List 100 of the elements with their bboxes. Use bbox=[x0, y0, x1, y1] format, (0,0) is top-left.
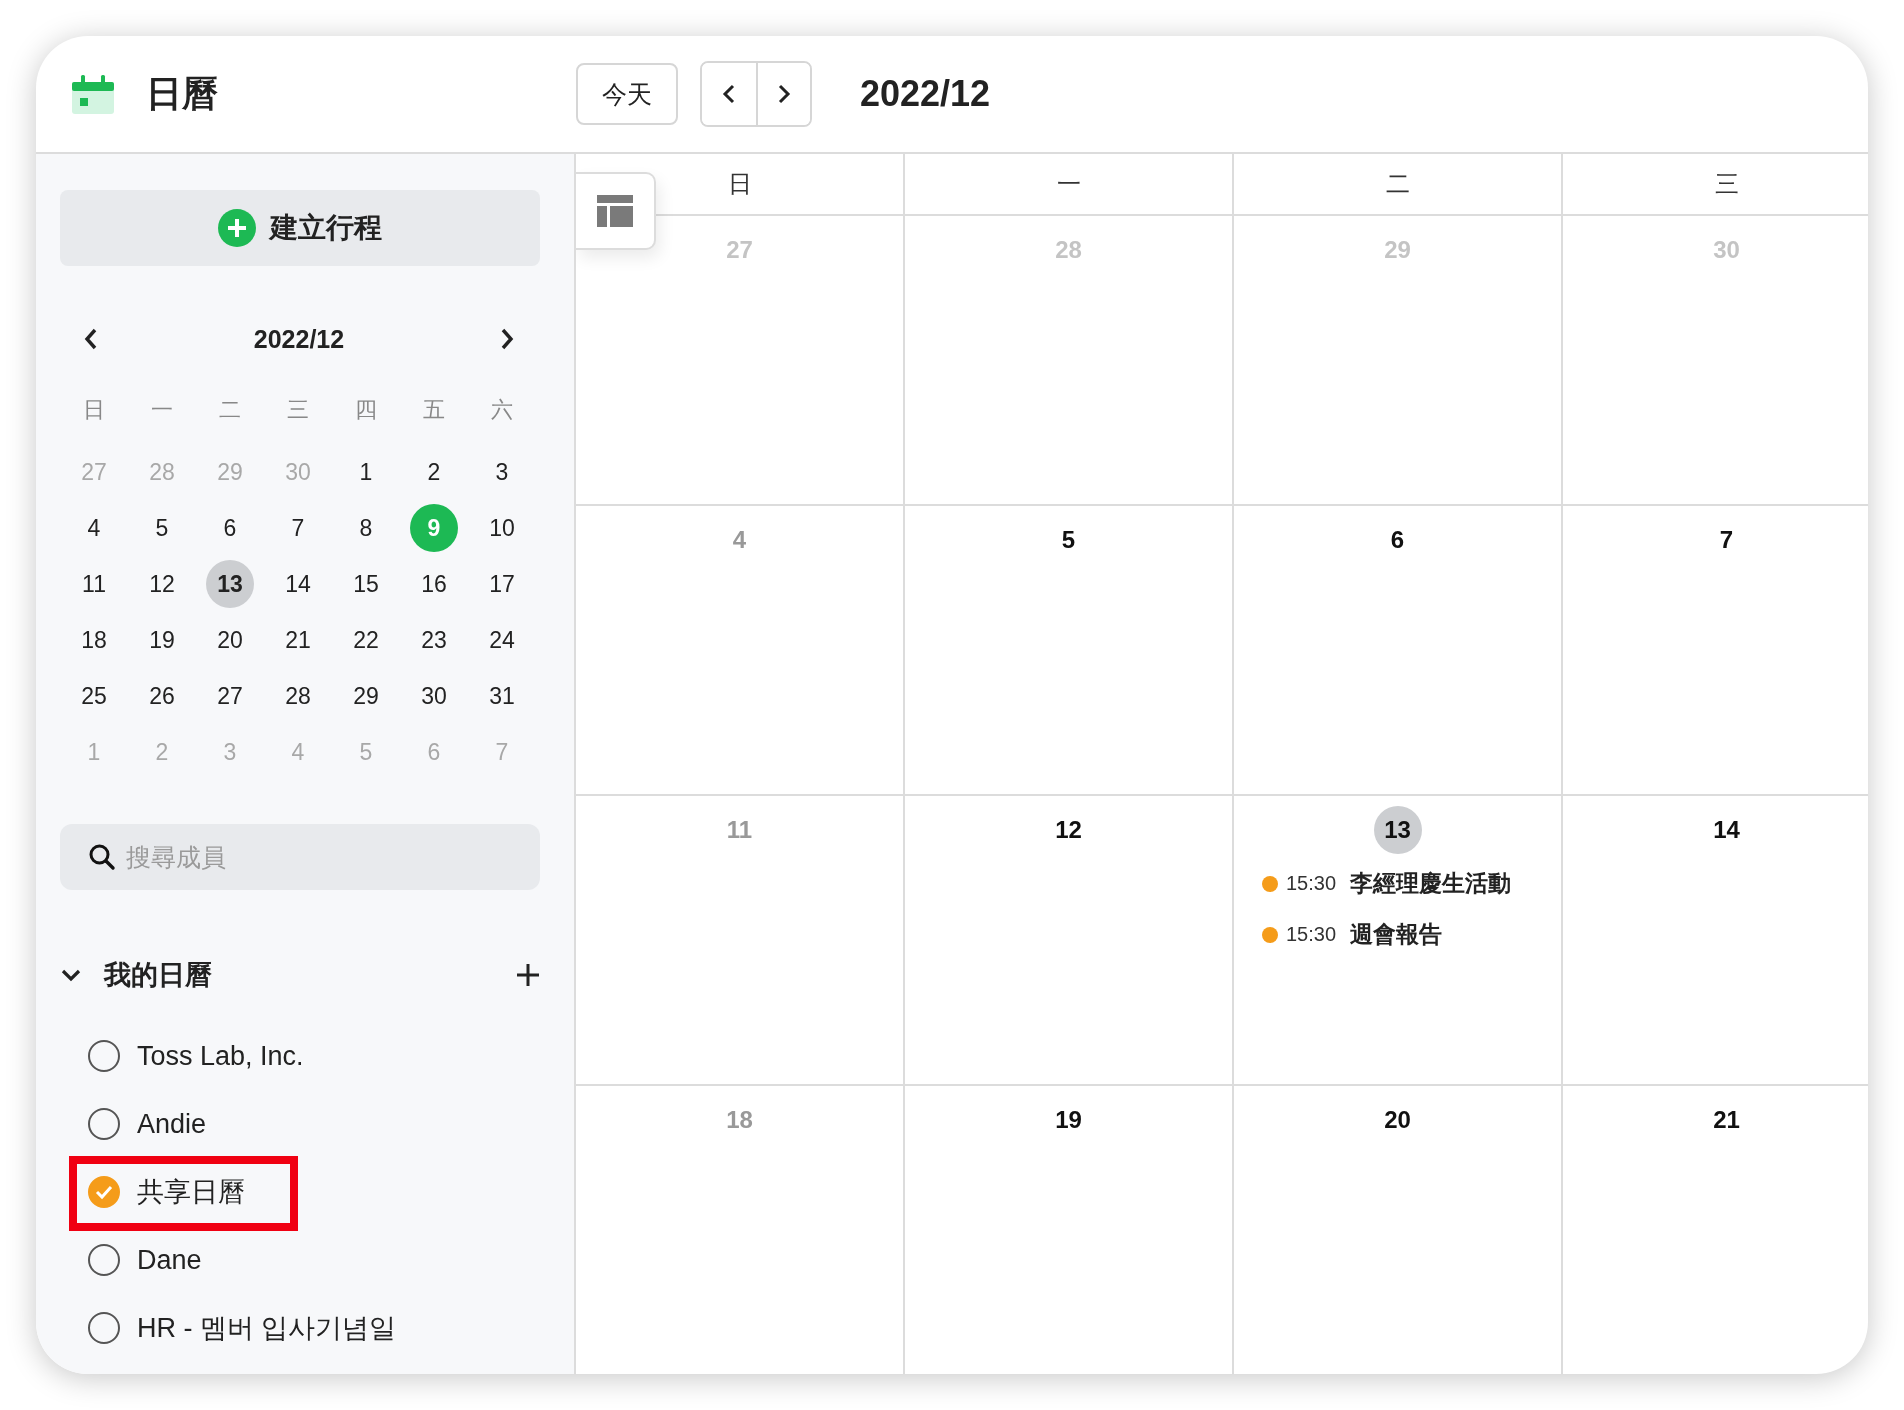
day-cell[interactable]: 19 bbox=[905, 1086, 1234, 1374]
weekday-label: 日 bbox=[82, 396, 106, 424]
weekday-label: 六 bbox=[490, 396, 514, 424]
mini-calendar-day[interactable]: 14 bbox=[274, 560, 322, 608]
event-time: 15:30 bbox=[1286, 923, 1337, 946]
mini-calendar-month: 2022/12 bbox=[253, 324, 345, 354]
mini-calendar-day[interactable]: 22 bbox=[342, 616, 390, 664]
day-number: 12 bbox=[1054, 815, 1083, 845]
day-number: 30 bbox=[1712, 235, 1741, 265]
mini-calendar-day[interactable]: 1 bbox=[342, 448, 390, 496]
day-number: 20 bbox=[1383, 1105, 1412, 1135]
app-title: 日曆 bbox=[146, 71, 218, 116]
checkbox[interactable] bbox=[88, 1040, 120, 1072]
mini-calendar-day[interactable]: 11 bbox=[70, 560, 118, 608]
day-number: 11 bbox=[725, 815, 754, 845]
calendar-name[interactable]: Toss Lab, Inc. bbox=[137, 1040, 304, 1072]
day-number: 18 bbox=[725, 1105, 754, 1135]
day-number: 7 bbox=[1718, 525, 1735, 555]
day-number: 5 bbox=[1060, 525, 1077, 555]
mini-calendar-day[interactable]: 7 bbox=[274, 504, 322, 552]
chevron-left-icon bbox=[722, 83, 736, 105]
day-number: 29 bbox=[1383, 235, 1412, 265]
calendar-name[interactable]: 共享日曆 bbox=[137, 1174, 245, 1210]
checkbox[interactable] bbox=[88, 1312, 120, 1344]
day-number: 28 bbox=[1054, 235, 1083, 265]
weekday-label: 四 bbox=[354, 396, 378, 424]
mini-calendar-day[interactable]: 21 bbox=[274, 616, 322, 664]
checkbox[interactable] bbox=[88, 1108, 120, 1140]
mini-calendar-day[interactable]: 28 bbox=[274, 672, 322, 720]
plus-circle-icon bbox=[218, 209, 256, 247]
calendar-name[interactable]: Andie bbox=[137, 1108, 207, 1140]
weekday-label: 三 bbox=[1714, 169, 1739, 199]
event-title[interactable]: 週會報告 bbox=[1350, 919, 1443, 950]
day-number: 27 bbox=[725, 235, 754, 265]
add-calendar-button[interactable] bbox=[516, 963, 540, 987]
mini-calendar-day[interactable]: 26 bbox=[138, 672, 186, 720]
mini-calendar-day[interactable]: 25 bbox=[70, 672, 118, 720]
mini-calendar-day[interactable]: 16 bbox=[410, 560, 458, 608]
weekday-label: 二 bbox=[218, 396, 242, 424]
checkbox[interactable] bbox=[88, 1244, 120, 1276]
check-icon bbox=[94, 1184, 114, 1200]
mini-calendar-day[interactable]: 5 bbox=[138, 504, 186, 552]
chevron-left-icon bbox=[84, 327, 98, 351]
weekday-label: 一 bbox=[150, 396, 174, 424]
mini-calendar-day[interactable]: 10 bbox=[478, 504, 526, 552]
today-button[interactable]: 今天 bbox=[576, 63, 678, 125]
mini-calendar-day[interactable]: 31 bbox=[478, 672, 526, 720]
search-icon bbox=[88, 843, 116, 871]
day-cell[interactable]: 12 bbox=[905, 796, 1234, 1086]
day-cell[interactable]: 14 bbox=[1563, 796, 1868, 1086]
layout-toggle-button[interactable] bbox=[576, 172, 656, 250]
mini-calendar-day[interactable]: 6 bbox=[206, 504, 254, 552]
mini-calendar-day[interactable]: 15 bbox=[342, 560, 390, 608]
mini-calendar-day[interactable]: 24 bbox=[478, 616, 526, 664]
mini-calendar-day[interactable]: 23 bbox=[410, 616, 458, 664]
mini-calendar-day[interactable]: 29 bbox=[342, 672, 390, 720]
mini-calendar-day[interactable]: 20 bbox=[206, 616, 254, 664]
layout-icon bbox=[597, 195, 633, 227]
day-cell[interactable]: 21 bbox=[1563, 1086, 1868, 1374]
day-number: 19 bbox=[1054, 1105, 1083, 1135]
search-field[interactable]: 搜尋成員 bbox=[60, 824, 540, 890]
mini-calendar-day[interactable]: 12 bbox=[138, 560, 186, 608]
day-cell[interactable]: 13 15:30 李經理慶生活動 15:30 週會報告 bbox=[1234, 796, 1563, 1086]
day-number: 14 bbox=[1712, 815, 1741, 845]
mini-calendar-day[interactable]: 3 bbox=[478, 448, 526, 496]
day-number: 13 bbox=[1373, 806, 1422, 854]
create-event-button[interactable]: 建立行程 bbox=[60, 190, 540, 266]
event-title[interactable]: 李經理慶生活動 bbox=[1350, 868, 1512, 899]
chevron-right-icon bbox=[500, 327, 514, 351]
month-title: 2022/12 bbox=[860, 73, 991, 115]
calendar-name[interactable]: HR - 멤버 입사기념일 bbox=[137, 1310, 397, 1346]
weekday-label: 三 bbox=[286, 396, 310, 424]
day-cell[interactable]: 20 bbox=[1234, 1086, 1563, 1374]
mini-calendar-day[interactable]: 2 bbox=[410, 448, 458, 496]
day-cell[interactable]: 5 bbox=[905, 506, 1234, 796]
plus-icon bbox=[516, 963, 540, 987]
mini-calendar-day[interactable]: 30 bbox=[410, 672, 458, 720]
day-number: 6 bbox=[1389, 525, 1406, 555]
section-title: 我的日曆 bbox=[104, 959, 213, 992]
calendar-icon bbox=[72, 74, 114, 114]
checkbox[interactable] bbox=[88, 1176, 120, 1208]
weekday-label: 五 bbox=[422, 396, 446, 424]
mini-calendar-day[interactable]: 13 bbox=[206, 560, 254, 608]
mini-calendar-day[interactable]: 18 bbox=[70, 616, 118, 664]
chevron-down-icon bbox=[60, 968, 82, 982]
day-cell[interactable]: 6 bbox=[1234, 506, 1563, 796]
next-button[interactable] bbox=[756, 63, 810, 125]
weekday-label: 日 bbox=[727, 169, 752, 199]
mini-calendar-day[interactable]: 4 bbox=[70, 504, 118, 552]
mini-calendar-day[interactable]: 27 bbox=[206, 672, 254, 720]
mini-calendar-day[interactable]: 19 bbox=[138, 616, 186, 664]
day-number: 4 bbox=[731, 525, 748, 555]
day-cell[interactable]: 7 bbox=[1563, 506, 1868, 796]
event-time: 15:30 bbox=[1286, 872, 1337, 895]
weekday-label: 二 bbox=[1385, 169, 1410, 199]
day-number: 21 bbox=[1712, 1105, 1741, 1135]
mini-calendar-day[interactable]: 8 bbox=[342, 504, 390, 552]
calendar-name[interactable]: Dane bbox=[137, 1244, 202, 1276]
chevron-right-icon bbox=[777, 83, 791, 105]
mini-calendar-day[interactable]: 17 bbox=[478, 560, 526, 608]
